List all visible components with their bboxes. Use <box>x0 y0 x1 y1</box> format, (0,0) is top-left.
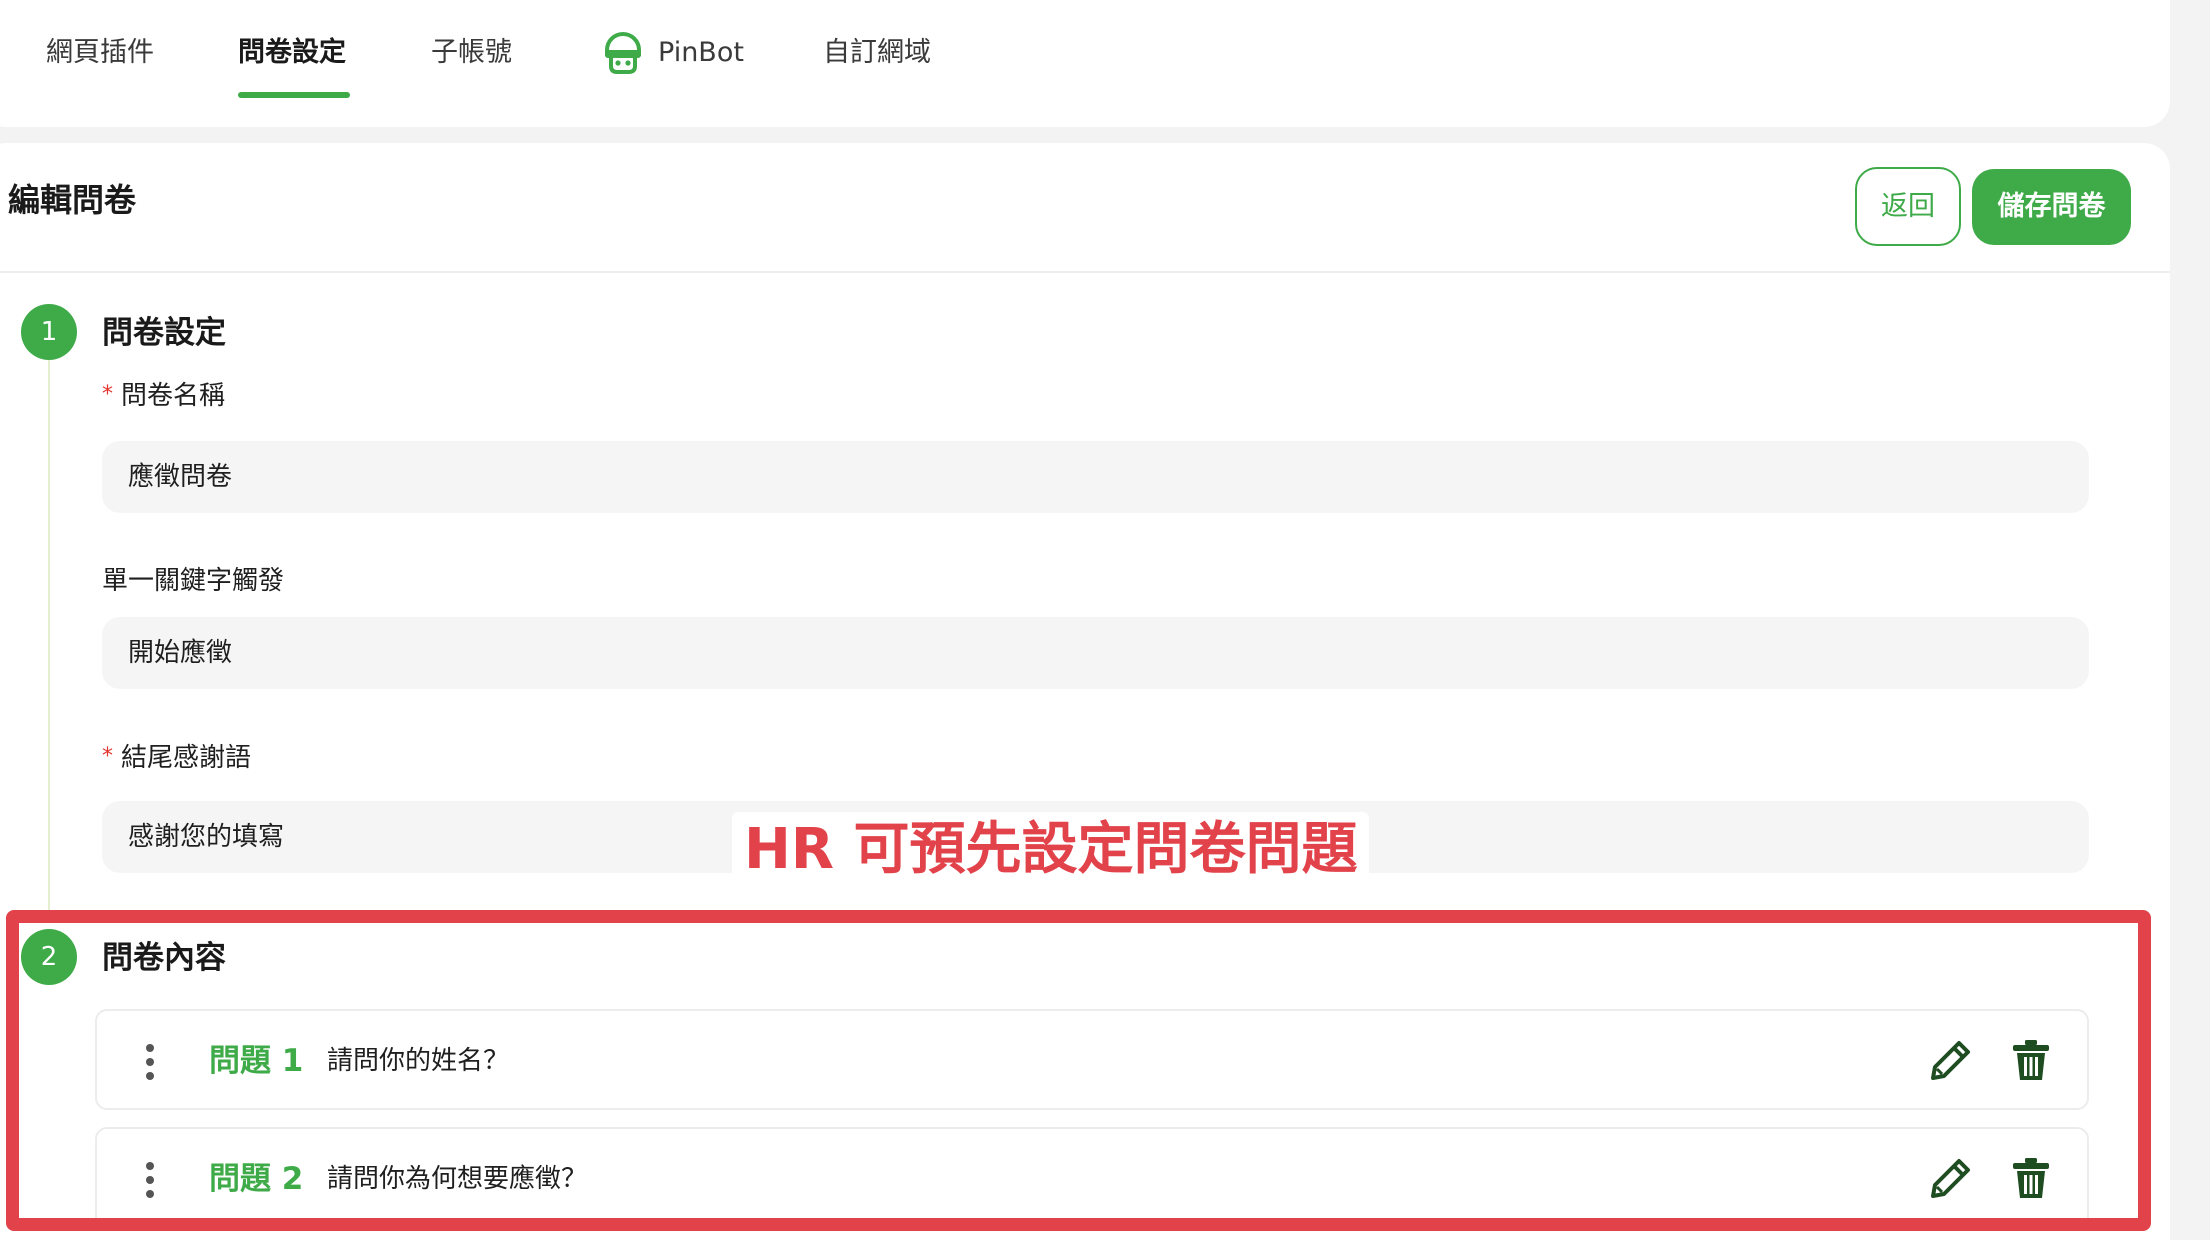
question-card[interactable]: 問題 2 請問你為何想要應徵？ <box>95 1127 2089 1228</box>
drag-handle-icon[interactable] <box>146 1044 154 1080</box>
step-2-badge: 2 <box>21 929 77 985</box>
trash-delete-icon[interactable] <box>2011 1038 2051 1082</box>
tab-custom-domain[interactable]: 自訂網域 <box>823 30 931 76</box>
header-divider <box>0 271 2170 273</box>
question-card[interactable]: 問題 1 請問你的姓名？ <box>95 1009 2089 1110</box>
annotation-caption: HR 可預先設定問卷問題 <box>732 812 1370 888</box>
survey-name-input[interactable]: 應徵問卷 <box>102 441 2089 513</box>
tab-pinbot[interactable]: PinBot <box>658 30 744 76</box>
tab-sub-accounts[interactable]: 子帳號 <box>431 30 512 76</box>
section-title-survey-settings: 問卷設定 <box>102 315 226 351</box>
drag-handle-icon[interactable] <box>146 1162 154 1198</box>
survey-name-label: * 問卷名稱 <box>102 381 226 411</box>
question-number: 問題 1 <box>209 1043 304 1079</box>
question-text: 請問你的姓名？ <box>327 1046 510 1076</box>
back-button[interactable]: 返回 <box>1855 167 1961 246</box>
stepper-connector-line <box>48 360 50 912</box>
page-title: 編輯問卷 <box>8 181 137 219</box>
closing-message-label: * 結尾感謝語 <box>102 743 252 773</box>
save-survey-button[interactable]: 儲存問卷 <box>1972 169 2131 245</box>
pencil-edit-icon[interactable] <box>1929 1038 1973 1082</box>
keyword-trigger-input[interactable]: 開始應徵 <box>102 617 2089 689</box>
pencil-edit-icon[interactable] <box>1929 1156 1973 1200</box>
active-tab-indicator <box>238 92 350 98</box>
trash-delete-icon[interactable] <box>2011 1156 2051 1200</box>
tab-survey-settings[interactable]: 問卷設定 <box>238 30 346 76</box>
step-1-badge: 1 <box>21 304 77 360</box>
pinbot-robot-icon[interactable] <box>603 30 643 76</box>
section-title-survey-content: 問卷內容 <box>102 940 226 976</box>
question-text: 請問你為何想要應徵？ <box>327 1164 588 1194</box>
keyword-trigger-label: 單一關鍵字觸發 <box>102 566 285 596</box>
required-asterisk: * <box>102 744 113 769</box>
question-number: 問題 2 <box>209 1161 304 1197</box>
required-asterisk: * <box>102 382 113 407</box>
tab-web-plugin[interactable]: 網頁插件 <box>46 30 154 76</box>
